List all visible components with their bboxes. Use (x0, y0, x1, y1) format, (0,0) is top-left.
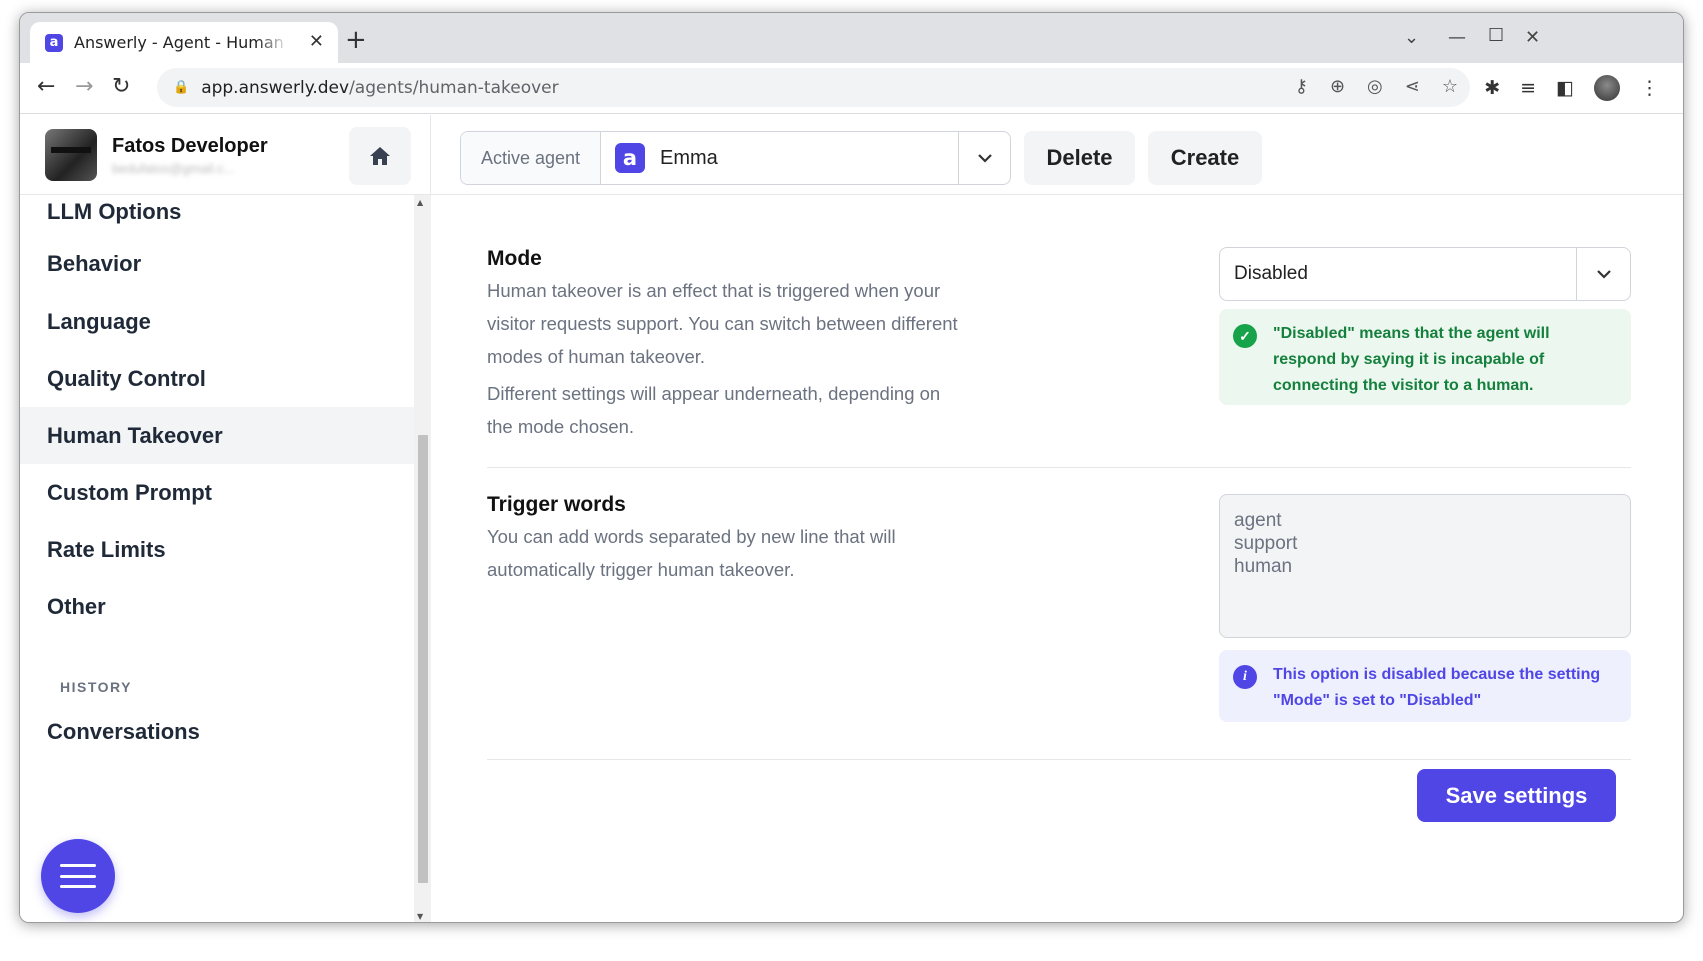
sidepanel-icon[interactable]: ◧ (1556, 77, 1574, 99)
star-icon[interactable]: ☆ (1442, 76, 1458, 97)
mode-select-value: Disabled (1234, 263, 1308, 284)
home-icon (370, 147, 390, 165)
puzzle-icon[interactable]: ✱ (1484, 77, 1500, 99)
sidebar-item-human-takeover[interactable]: Human Takeover (20, 407, 414, 464)
chevron-down-icon[interactable] (1576, 248, 1630, 300)
mode-title: Mode (487, 247, 542, 270)
browser-window: a Answerly - Agent - Human T ✕ + ⌄ — ☐ ✕… (19, 12, 1684, 923)
reload-icon[interactable]: ↻ (112, 74, 130, 99)
main-content: Active agent a Emma Delete Create Mode H… (431, 115, 1683, 922)
minimize-icon[interactable]: — (1448, 27, 1466, 48)
active-agent-label: Active agent (461, 132, 601, 184)
sidebar-item-other[interactable]: Other (20, 578, 414, 635)
scroll-up-icon[interactable]: ▲ (417, 198, 423, 207)
mode-alert-text: "Disabled" means that the agent will res… (1273, 325, 1550, 394)
eye-off-icon[interactable]: ◎ (1367, 76, 1383, 97)
maximize-icon[interactable]: ☐ (1488, 25, 1504, 46)
mode-description-2: Different settings will appear underneat… (487, 383, 941, 437)
close-window-icon[interactable]: ✕ (1525, 27, 1540, 48)
user-box: Fatos Developer bedufatos@gmail.c... (20, 115, 431, 195)
menu-kebab-icon[interactable]: ⋮ (1640, 77, 1659, 99)
sidebar-item-custom-prompt[interactable]: Custom Prompt (20, 464, 414, 521)
sidebar-item-rate-limits[interactable]: Rate Limits (20, 521, 414, 578)
check-circle-icon: ✓ (1233, 324, 1257, 348)
save-settings-button[interactable]: Save settings (1417, 769, 1616, 822)
home-button[interactable] (349, 127, 411, 185)
hamburger-icon (60, 864, 96, 888)
extension-icons: ✱ ≡ ◧ ⋮ (1484, 75, 1659, 101)
user-email: bedufatos@gmail.c... (112, 161, 235, 176)
trigger-words-description: You can add words separated by new line … (487, 526, 896, 580)
active-agent-select[interactable]: Active agent a Emma (460, 131, 1011, 185)
trigger-words-textarea[interactable]: agent support human (1219, 494, 1631, 638)
history-heading: HISTORY (60, 679, 132, 695)
scroll-thumb[interactable] (418, 435, 428, 883)
profile-avatar[interactable] (1594, 75, 1620, 101)
mode-description: Human takeover is an effect that is trig… (487, 280, 958, 367)
scroll-down-icon[interactable]: ▼ (417, 912, 423, 921)
key-icon[interactable]: ⚷ (1295, 76, 1308, 97)
section-divider (487, 467, 1631, 468)
back-icon[interactable]: ← (37, 74, 55, 99)
sidebar-item-llm-options[interactable]: LLM Options (20, 195, 414, 235)
info-icon: i (1233, 665, 1257, 689)
trigger-words-title: Trigger words (487, 493, 626, 516)
agent-topbar: Active agent a Emma Delete Create (431, 115, 1683, 195)
tab-strip: a Answerly - Agent - Human T ✕ + ⌄ — ☐ ✕ (20, 13, 1683, 63)
address-bar[interactable]: 🔒 app.answerly.dev/agents/human-takeover… (157, 68, 1470, 107)
avatar (45, 129, 97, 181)
sidebar-item-behavior[interactable]: Behavior (20, 235, 414, 293)
mode-alert: ✓ "Disabled" means that the agent will r… (1219, 309, 1631, 405)
delete-button[interactable]: Delete (1024, 131, 1135, 185)
trigger-info-text: This option is disabled because the sett… (1273, 666, 1601, 709)
app: Fatos Developer bedufatos@gmail.c... LLM… (20, 115, 1683, 922)
url-text: app.answerly.dev/agents/human-takeover (201, 77, 559, 98)
sidebar-nav: LLM Options Behavior Language Quality Co… (20, 195, 414, 760)
user-name: Fatos Developer (112, 135, 268, 157)
sidebar: Fatos Developer bedufatos@gmail.c... LLM… (20, 115, 431, 922)
menu-fab-button[interactable] (41, 839, 115, 913)
trigger-info-alert: i This option is disabled because the se… (1219, 650, 1631, 722)
mode-select[interactable]: Disabled (1219, 247, 1631, 301)
chevron-down-icon[interactable] (958, 132, 1010, 184)
sidebar-item-conversations[interactable]: Conversations (20, 703, 414, 760)
media-icon[interactable]: ≡ (1520, 77, 1536, 99)
active-agent-value[interactable]: a Emma (601, 132, 1010, 184)
forward-icon[interactable]: → (75, 74, 93, 99)
answerly-favicon-icon: a (45, 33, 63, 52)
agent-logo-icon: a (615, 143, 645, 173)
sidebar-item-quality-control[interactable]: Quality Control (20, 350, 414, 407)
footer-divider (487, 759, 1631, 760)
browser-tab[interactable]: a Answerly - Agent - Human T ✕ (30, 22, 338, 63)
zoom-icon[interactable]: ⊕ (1330, 76, 1345, 97)
create-button[interactable]: Create (1148, 131, 1262, 185)
close-tab-icon[interactable]: ✕ (309, 31, 324, 52)
lock-icon[interactable]: 🔒 (173, 80, 189, 95)
new-tab-icon[interactable]: + (345, 27, 367, 53)
browser-toolbar: ← → ↻ 🔒 app.answerly.dev/agents/human-ta… (20, 63, 1683, 114)
sidebar-item-language[interactable]: Language (20, 293, 414, 350)
agent-name: Emma (660, 146, 718, 169)
tab-search-icon[interactable]: ⌄ (1404, 27, 1419, 48)
sidebar-scrollbar[interactable]: ▲ ▼ (414, 195, 431, 922)
share-icon[interactable]: ⋖ (1405, 76, 1420, 97)
tab-title: Answerly - Agent - Human T (74, 33, 289, 52)
omnibox-icons: ⚷ ⊕ ◎ ⋖ ☆ (1295, 76, 1458, 97)
